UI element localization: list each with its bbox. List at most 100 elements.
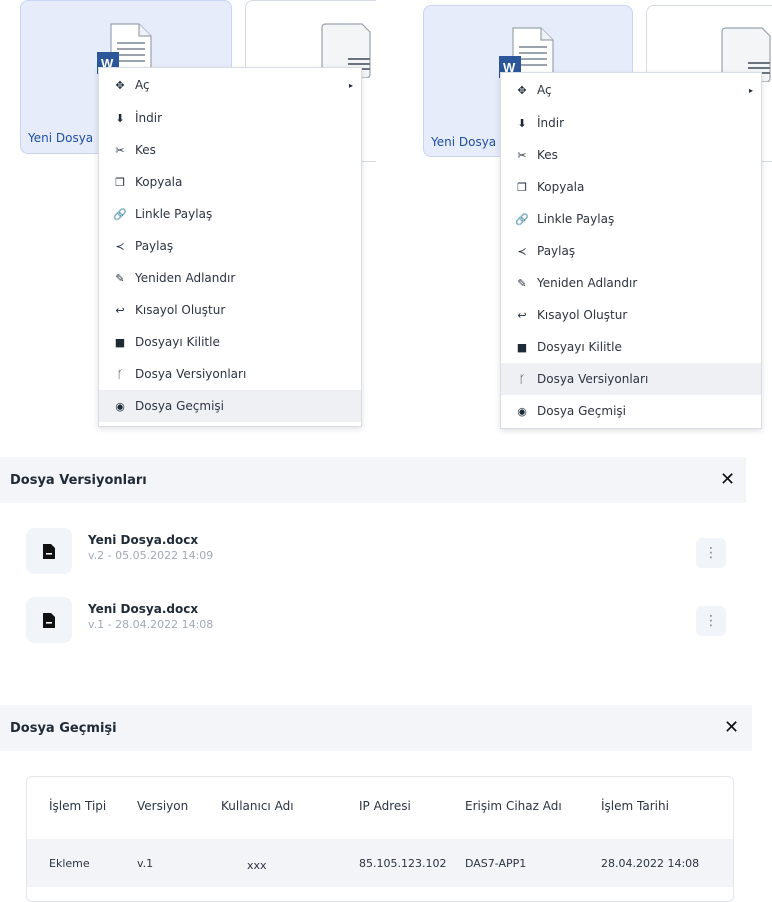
copy-icon: ❐ <box>115 175 125 189</box>
menu-item-label: Kısayol Oluştur <box>135 303 226 317</box>
menu-item-label: Dosya Versiyonları <box>135 367 247 381</box>
menu-item-label: Linkle Paylaş <box>537 212 615 226</box>
menu-item-copy[interactable]: ❐ Kopyala <box>501 171 761 203</box>
version-file-name: Yeni Dosya.docx <box>88 533 199 547</box>
file-name-label: Yeni Dosya <box>431 135 497 149</box>
edit-icon: ✎ <box>517 276 527 290</box>
version-meta: v.1 - 28.04.2022 14:08 <box>88 618 214 631</box>
file-icon <box>26 528 72 574</box>
menu-item-file-versions[interactable]: ᚴ Dosya Versiyonları <box>99 358 361 390</box>
menu-item-label: Kopyala <box>537 180 585 194</box>
edit-icon: ✎ <box>115 271 125 285</box>
history-panel-header: Dosya Geçmişi <box>0 705 752 751</box>
menu-item-share-link[interactable]: 🔗 Linkle Paylaş <box>501 203 761 235</box>
link-icon: 🔗 <box>113 207 127 221</box>
eye-icon: ◉ <box>517 404 527 418</box>
menu-item-rename[interactable]: ✎ Yeniden Adlandır <box>99 262 361 294</box>
version-row: Yeni Dosya.docx v.2 - 05.05.2022 14:09 ⋮ <box>26 528 732 574</box>
menu-item-label: İndir <box>135 111 163 125</box>
menu-item-cut[interactable]: ✂ Kes <box>99 134 361 166</box>
menu-item-label: Aç <box>537 83 552 97</box>
menu-item-share[interactable]: ≺ Paylaş <box>501 235 761 267</box>
scissors-icon: ✂ <box>115 143 125 157</box>
menu-item-cut[interactable]: ✂ Kes <box>501 139 761 171</box>
branch-icon: ᚴ <box>116 367 124 381</box>
versions-panel-header: Dosya Versiyonları <box>0 457 746 503</box>
menu-item-label: Dosya Versiyonları <box>537 372 649 386</box>
menu-item-label: Aç <box>135 78 150 92</box>
submenu-arrow-icon: ▸ <box>748 85 753 95</box>
share-icon: ≺ <box>115 239 125 253</box>
cell-date: 28.04.2022 14:08 <box>601 857 700 870</box>
menu-item-create-shortcut[interactable]: ↩ Kısayol Oluştur <box>501 299 761 331</box>
branch-icon: ᚴ <box>518 372 526 386</box>
menu-item-file-versions[interactable]: ᚴ Dosya Versiyonları <box>501 363 761 395</box>
history-table: İşlem Tipi Versiyon Kullanıcı Adı IP Adr… <box>26 776 734 902</box>
menu-item-open[interactable]: ✥ Aç ▸ <box>99 68 361 102</box>
menu-item-label: Yeniden Adlandır <box>537 276 638 290</box>
menu-item-create-shortcut[interactable]: ↩ Kısayol Oluştur <box>99 294 361 326</box>
menu-item-share-link[interactable]: 🔗 Linkle Paylaş <box>99 198 361 230</box>
cell-device-name: DAS7-APP1 <box>465 857 527 870</box>
menu-item-download[interactable]: ⬇ İndir <box>501 107 761 139</box>
menu-item-label: Kopyala <box>135 175 183 189</box>
column-header: Kullanıcı Adı <box>221 799 294 813</box>
lock-icon: ■ <box>114 335 126 349</box>
scissors-icon: ✂ <box>517 148 527 162</box>
history-panel-title: Dosya Geçmişi <box>10 720 117 736</box>
menu-item-open[interactable]: ✥ Aç ▸ <box>501 73 761 107</box>
column-header: İşlem Tipi <box>49 799 107 813</box>
table-row: Ekleme v.1 xxx 85.105.123.102 DAS7-APP1 … <box>27 839 733 887</box>
lock-icon: ■ <box>516 340 528 354</box>
menu-item-label: Dosyayı Kilitle <box>537 340 622 354</box>
file-icon <box>26 597 72 643</box>
menu-item-label: Paylaş <box>537 244 576 258</box>
menu-item-copy[interactable]: ❐ Kopyala <box>99 166 361 198</box>
menu-item-label: Paylaş <box>135 239 174 253</box>
cell-username: xxx <box>247 859 267 872</box>
more-options-button[interactable]: ⋮ <box>696 538 726 568</box>
cell-ip-address: 85.105.123.102 <box>359 857 447 870</box>
menu-item-file-history[interactable]: ◉ Dosya Geçmişi <box>99 390 361 422</box>
reply-arrow-icon: ↩ <box>115 303 125 317</box>
menu-item-lock-file[interactable]: ■ Dosyayı Kilitle <box>501 331 761 363</box>
menu-item-lock-file[interactable]: ■ Dosyayı Kilitle <box>99 326 361 358</box>
menu-item-label: Dosya Geçmişi <box>135 399 224 413</box>
version-row: Yeni Dosya.docx v.1 - 28.04.2022 14:08 ⋮ <box>26 597 732 643</box>
menu-item-label: Kısayol Oluştur <box>537 308 628 322</box>
eye-icon: ◉ <box>115 399 125 413</box>
menu-item-share[interactable]: ≺ Paylaş <box>99 230 361 262</box>
close-icon[interactable]: ✕ <box>724 717 739 738</box>
cell-version: v.1 <box>137 857 154 870</box>
menu-item-label: Kes <box>537 148 558 162</box>
menu-item-label: Dosyayı Kilitle <box>135 335 220 349</box>
menu-item-label: Dosya Geçmişi <box>537 404 626 418</box>
version-file-name: Yeni Dosya.docx <box>88 602 199 616</box>
column-header: IP Adresi <box>359 799 411 813</box>
column-header: Versiyon <box>137 799 189 813</box>
menu-item-label: İndir <box>537 116 565 130</box>
move-arrows-icon: ✥ <box>115 78 125 92</box>
more-options-button[interactable]: ⋮ <box>696 606 726 636</box>
cell-operation-type: Ekleme <box>49 857 90 870</box>
versions-panel-title: Dosya Versiyonları <box>10 472 147 488</box>
context-menu: ✥ Aç ▸ ⬇ İndir ✂ Kes ❐ Kopyala 🔗 Linkle … <box>500 72 762 429</box>
reply-arrow-icon: ↩ <box>517 308 527 322</box>
move-arrows-icon: ✥ <box>517 83 527 97</box>
menu-item-rename[interactable]: ✎ Yeniden Adlandır <box>501 267 761 299</box>
download-icon: ⬇ <box>115 111 125 125</box>
menu-item-file-history[interactable]: ◉ Dosya Geçmişi <box>501 395 761 427</box>
share-icon: ≺ <box>517 244 527 258</box>
close-icon[interactable]: ✕ <box>720 469 735 490</box>
menu-item-label: Linkle Paylaş <box>135 207 213 221</box>
menu-item-label: Kes <box>135 143 156 157</box>
column-header: İşlem Tarihi <box>601 799 669 813</box>
column-header: Erişim Cihaz Adı <box>465 799 562 813</box>
menu-item-download[interactable]: ⬇ İndir <box>99 102 361 134</box>
download-icon: ⬇ <box>517 116 527 130</box>
link-icon: 🔗 <box>515 212 529 226</box>
file-name-label: Yeni Dosya <box>28 131 94 145</box>
copy-icon: ❐ <box>517 180 527 194</box>
version-meta: v.2 - 05.05.2022 14:09 <box>88 549 214 562</box>
submenu-arrow-icon: ▸ <box>348 80 353 90</box>
